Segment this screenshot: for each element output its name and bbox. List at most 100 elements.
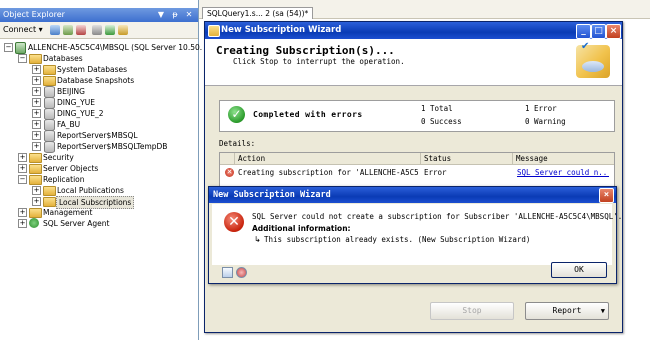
- maximize-button[interactable]: □: [591, 24, 606, 39]
- sql-agent-icon: [29, 218, 39, 228]
- stop-icon[interactable]: [76, 25, 86, 35]
- success-check-icon: ✓: [228, 106, 245, 123]
- tree-label: ALLENCHE-A5C5C4\MBSQL (SQL Server 10.50.: [28, 43, 203, 52]
- subscription-wizard-window: New Subscription Wizard _ □ × Creating S…: [204, 21, 623, 333]
- status-text: Completed with errors: [253, 110, 363, 119]
- error-dialog: New Subscription Wizard × ✕ SQL Server c…: [208, 186, 622, 284]
- error-icon: ✕: [224, 212, 244, 232]
- details-label: Details:: [219, 139, 256, 148]
- folder-icon: [29, 175, 42, 185]
- folder-icon: [29, 153, 42, 163]
- object-explorer-panel: Object Explorer ▼ ᵽ ✕ Connect ▾ − ALLENC…: [0, 0, 202, 340]
- object-explorer-titlebar: Object Explorer ▼ ᵽ ✕: [0, 8, 198, 22]
- close-button[interactable]: ×: [599, 188, 614, 203]
- report-button-label: Report: [552, 306, 582, 315]
- tree-label: Databases: [43, 54, 83, 63]
- tree-label: Security: [43, 153, 74, 162]
- expand-icon[interactable]: +: [32, 142, 41, 151]
- tree-label: Server Objects: [43, 164, 99, 173]
- folder-icon: [43, 197, 56, 207]
- expand-icon[interactable]: +: [32, 98, 41, 107]
- error-count: 1 Error: [525, 104, 557, 113]
- expand-icon[interactable]: +: [32, 87, 41, 96]
- folder-icon: [29, 164, 42, 174]
- expand-icon[interactable]: +: [32, 109, 41, 118]
- tree-label: SQL Server Agent: [43, 219, 110, 228]
- expand-icon[interactable]: +: [32, 186, 41, 195]
- expand-icon[interactable]: +: [32, 131, 41, 140]
- dropdown-icon[interactable]: ▼: [156, 10, 166, 20]
- page-subtitle: Click Stop to interrupt the operation.: [233, 57, 405, 66]
- error-dialog-body: ✕ SQL Server could not create a subscrip…: [212, 204, 622, 265]
- error-dialog-title: New Subscription Wizard: [213, 190, 331, 200]
- server-icon: [15, 42, 26, 54]
- wizard-title: New Subscription Wizard: [221, 25, 342, 35]
- table-header: Action Status Message: [220, 153, 614, 165]
- success-count: 0 Success: [421, 117, 462, 126]
- stop-button[interactable]: Stop: [430, 302, 514, 320]
- filter-icon[interactable]: [92, 25, 102, 35]
- tree-label: ReportServer$MBSQLTempDB: [57, 142, 168, 151]
- additional-info-label: Additional information:: [252, 224, 351, 233]
- page-title: Creating Subscription(s)...: [216, 44, 395, 57]
- collapse-icon[interactable]: −: [18, 175, 27, 184]
- expand-icon[interactable]: +: [32, 120, 41, 129]
- folder-icon: [29, 54, 42, 64]
- expand-icon[interactable]: +: [18, 219, 27, 228]
- expand-icon[interactable]: +: [32, 65, 41, 74]
- pin-icon[interactable]: ᵽ: [170, 10, 180, 20]
- tab-query[interactable]: SQLQuery1.s... 2 (sa (54))*: [202, 7, 314, 19]
- inner-error-message: This subscription already exists. (New S…: [264, 235, 531, 244]
- details-icon[interactable]: [236, 267, 247, 278]
- error-message: SQL Server could not create a subscripti…: [252, 212, 623, 221]
- column-header-status[interactable]: Status: [420, 153, 510, 164]
- expand-icon[interactable]: +: [32, 197, 41, 206]
- row-status: Error: [424, 168, 447, 177]
- error-icon: ✕: [225, 168, 234, 177]
- connect-icon[interactable]: [50, 25, 60, 35]
- total-count: 1 Total: [421, 104, 453, 113]
- tree-label: DING_YUE_2: [57, 109, 104, 118]
- close-button[interactable]: ×: [606, 24, 621, 39]
- column-header-action[interactable]: Action: [234, 153, 406, 164]
- folder-icon: [43, 65, 56, 75]
- minimize-button[interactable]: _: [576, 24, 591, 39]
- object-explorer-tree: − ALLENCHE-A5C5C4\MBSQL (SQL Server 10.5…: [0, 40, 202, 340]
- ok-button[interactable]: OK: [551, 262, 607, 278]
- connect-button[interactable]: Connect ▾: [3, 24, 43, 36]
- row-action: Creating subscription for 'ALLENCHE-A5C5…: [238, 168, 418, 177]
- expand-icon[interactable]: +: [18, 208, 27, 217]
- copy-icon[interactable]: [222, 267, 233, 278]
- expand-icon[interactable]: +: [32, 76, 41, 85]
- status-summary-box: ✓ Completed with errors 1 Total 0 Succes…: [219, 100, 615, 132]
- refresh-icon[interactable]: [105, 25, 115, 35]
- chevron-down-icon: ▼: [600, 307, 605, 315]
- report-button[interactable]: Report ▼: [525, 302, 609, 320]
- object-explorer-title: Object Explorer: [3, 10, 65, 19]
- folder-icon: [43, 76, 56, 86]
- wizard-header: Creating Subscription(s)... Click Stop t…: [205, 39, 622, 86]
- tree-label: Local Publications: [57, 186, 124, 195]
- tree-label: Replication: [43, 175, 85, 184]
- tree-label: FA_BU: [57, 120, 81, 129]
- warning-count: 0 Warning: [525, 117, 566, 126]
- document-tab-strip: SQLQuery1.s... 2 (sa (54))*: [199, 0, 650, 19]
- collapse-icon[interactable]: [118, 25, 128, 35]
- collapse-icon[interactable]: −: [18, 54, 27, 63]
- details-table: Action Status Message ✕ Creating subscri…: [219, 152, 615, 187]
- column-header-message[interactable]: Message: [512, 153, 614, 164]
- checkmark-icon: ✔: [581, 41, 590, 52]
- wizard-titlebar[interactable]: New Subscription Wizard _ □ ×: [205, 22, 622, 39]
- error-dialog-titlebar[interactable]: New Subscription Wizard ×: [209, 187, 616, 203]
- row-message-link[interactable]: SQL Server could n...: [517, 167, 609, 178]
- tree-label: Database Snapshots: [57, 76, 135, 85]
- folder-icon: [29, 208, 42, 218]
- disconnect-icon[interactable]: [63, 25, 73, 35]
- expand-icon[interactable]: +: [18, 153, 27, 162]
- expand-icon[interactable]: +: [18, 164, 27, 173]
- wizard-app-icon: [208, 25, 220, 37]
- collapse-icon[interactable]: −: [4, 43, 13, 52]
- close-icon[interactable]: ✕: [184, 10, 194, 20]
- tree-label: ReportServer$MBSQL: [57, 131, 138, 140]
- tree-label: BEIJING: [57, 87, 85, 96]
